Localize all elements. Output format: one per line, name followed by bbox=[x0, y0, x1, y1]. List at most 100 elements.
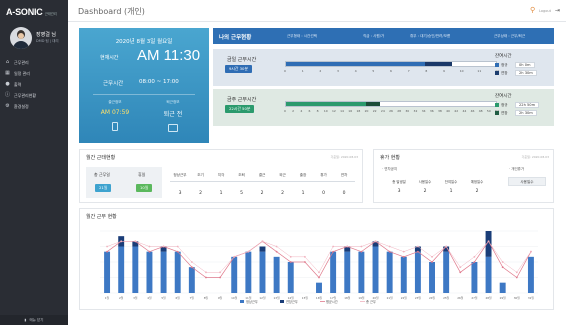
line-point bbox=[247, 250, 250, 253]
line-point bbox=[402, 250, 405, 253]
logout-link[interactable]: Logout bbox=[539, 9, 551, 13]
sidebar-item-2[interactable]: ● 출력 bbox=[0, 79, 68, 90]
menu-close-button[interactable]: ▮ 메뉴 닫기 bbox=[0, 315, 68, 325]
bar-regular bbox=[527, 256, 534, 293]
status-rank: 직급 : 사원/가 bbox=[363, 34, 385, 38]
line-point bbox=[515, 271, 518, 274]
clock-in-info: 출근정보 AM 07:59 bbox=[87, 100, 143, 131]
bar-regular bbox=[174, 251, 181, 293]
attendance-value: 3 bbox=[178, 191, 182, 196]
divider bbox=[170, 181, 355, 182]
status-work-state: 근무상태 : 근무/퇴근 bbox=[494, 34, 526, 38]
tick-label: 18 bbox=[356, 109, 361, 113]
bar-regular bbox=[245, 251, 252, 293]
line-point bbox=[318, 271, 320, 274]
work-hours: 08:00 ~ 17:00 bbox=[139, 79, 179, 85]
tick-label: 9 bbox=[443, 69, 445, 73]
x-tick-label: 27일 bbox=[471, 296, 478, 300]
attendance-header: 조기 bbox=[197, 173, 204, 177]
attendance-summary: 총 근무일 휴일 21일 10일 bbox=[86, 167, 162, 198]
sidebar-item-4[interactable]: ⚙ 환경설정 bbox=[0, 101, 68, 112]
tick-label: 4 bbox=[300, 109, 303, 113]
tick-label: 6 bbox=[308, 109, 311, 113]
x-tick-label: 31일 bbox=[528, 296, 535, 300]
tick-label: 8 bbox=[425, 69, 428, 73]
monthly-work-chart-card: 월간 근무 현황 1일 2일 3일 4일 5일 6일 7일 8일 9일 10일 11일 12일 13일 1… bbox=[79, 208, 554, 310]
tick-label: 40 bbox=[446, 109, 450, 113]
attendance-note: 기준일: 2020.08.03 bbox=[330, 155, 358, 159]
current-date: 2020년 8월 3일 월요일 bbox=[115, 39, 173, 45]
bar-regular bbox=[316, 282, 322, 293]
attendance-header: 지각 bbox=[217, 173, 225, 177]
logout-icon[interactable]: ⇥ bbox=[555, 7, 560, 14]
line-point bbox=[106, 245, 108, 248]
bar-regular bbox=[372, 246, 379, 293]
line-point bbox=[275, 245, 278, 248]
status-title: 나의 근무현황 bbox=[219, 35, 252, 41]
x-tick-label: 4일 bbox=[147, 296, 152, 300]
x-tick-label: 12일 bbox=[259, 296, 266, 300]
info-icon: ⓘ bbox=[5, 92, 11, 98]
legend-label: 정상근무 bbox=[246, 299, 258, 304]
line-point bbox=[445, 245, 448, 248]
tick-label: 50 bbox=[486, 109, 491, 113]
sidebar-item-0[interactable]: ⌂ 근무관리 bbox=[0, 57, 68, 68]
sidebar-item-label: 근무관리 bbox=[14, 59, 29, 65]
vacation-title: 휴가 현황 bbox=[380, 155, 400, 161]
tick-label: 2 bbox=[319, 69, 322, 73]
tick-label: 10 bbox=[323, 109, 328, 113]
page-title: Dashboard (개인) bbox=[78, 7, 145, 16]
legend-label: 연장근무 bbox=[286, 299, 298, 304]
line-point bbox=[530, 250, 532, 253]
avatar[interactable] bbox=[10, 27, 32, 49]
bar-regular bbox=[287, 262, 294, 293]
line-point bbox=[289, 261, 292, 263]
used-days-button[interactable]: 사용일수 bbox=[508, 177, 546, 186]
legend-swatch bbox=[240, 300, 244, 303]
x-tick-label: 21일 bbox=[387, 296, 394, 300]
x-tick-label: 1일 bbox=[105, 296, 110, 300]
attendance-header: 출장 bbox=[299, 173, 307, 177]
line-point bbox=[219, 271, 221, 274]
tick-label: 26 bbox=[389, 109, 393, 113]
location-pin-icon[interactable]: ⚲ bbox=[530, 7, 535, 14]
clock-in-time: AM 07:59 bbox=[100, 109, 130, 116]
bar-regular bbox=[400, 256, 407, 293]
tick-label: 3 bbox=[337, 69, 339, 73]
attendance-header: 조퇴 bbox=[238, 173, 245, 177]
divider bbox=[93, 94, 195, 95]
line-point bbox=[176, 245, 179, 248]
attendance-header: 정상근무 bbox=[173, 173, 187, 177]
today-work-label: 금일 근무시간 bbox=[227, 57, 257, 63]
x-tick-label: 9일 bbox=[218, 296, 223, 300]
line-point bbox=[402, 255, 405, 258]
tick-label: 42 bbox=[454, 109, 459, 113]
x-tick-label: 30일 bbox=[514, 296, 521, 300]
bar-regular bbox=[414, 251, 421, 293]
tick-label: 0 bbox=[284, 109, 286, 113]
today-work-row: 금일 근무시간 9시간 30분 0123456789101112 잔여시간 정규… bbox=[213, 49, 554, 86]
tick-label: 30 bbox=[405, 109, 410, 113]
mobile-icon bbox=[112, 122, 118, 131]
bar-regular bbox=[132, 246, 139, 293]
tick-label: 48 bbox=[478, 109, 483, 113]
line-point bbox=[515, 276, 518, 279]
line-point bbox=[374, 240, 377, 243]
x-tick-label: 13일 bbox=[274, 296, 281, 300]
sidebar-item-3[interactable]: ⓘ 근무관리현황 bbox=[0, 90, 68, 101]
today-work-badge: 9시간 30분 bbox=[225, 65, 252, 73]
monthly-work-chart: 1일 2일 3일 4일 5일 6일 7일 8일 9일 10일 11일 12일 13일 14일 15일 16일 1… bbox=[100, 230, 538, 304]
clock-out-info: 퇴근정보 퇴근 전 bbox=[145, 100, 201, 132]
app-logo[interactable]: A-SONIC 근태관리 bbox=[6, 7, 57, 17]
x-tick-label: 23일 bbox=[415, 296, 422, 300]
user-dept: DMD 팀 | 대리 bbox=[36, 39, 59, 43]
line-point bbox=[289, 255, 292, 258]
settings-icon: ⚙ bbox=[5, 103, 10, 109]
line-point bbox=[162, 245, 165, 248]
tick-label: 14 bbox=[340, 109, 344, 113]
sidebar-item-1[interactable]: ▦ 일정 관리 bbox=[0, 68, 68, 79]
total-workdays-badge: 21일 bbox=[95, 184, 112, 192]
tick-label: 38 bbox=[438, 109, 442, 113]
week-ticks: 0 2 4 6 8 10 12 14 16 18 20 22 24 26 28 30 32 34 36 38 40 42 4… bbox=[284, 109, 499, 115]
attendance-header: 외근 bbox=[279, 173, 286, 177]
